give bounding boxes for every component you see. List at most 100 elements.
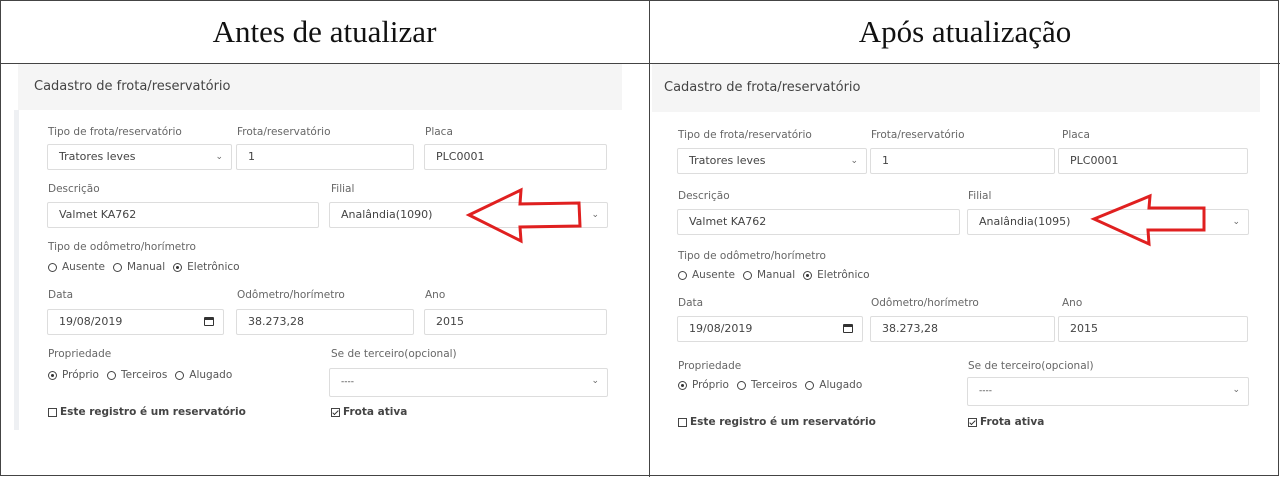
data-input[interactable]: 19/08/2019 bbox=[677, 316, 863, 342]
data-input[interactable]: 19/08/2019 bbox=[47, 309, 224, 335]
checkbox-icon bbox=[48, 407, 57, 417]
descricao-label: Descrição bbox=[678, 190, 730, 202]
frota-input[interactable]: 1 bbox=[870, 148, 1055, 174]
panel-title: Cadastro de frota/reservatório bbox=[664, 80, 861, 95]
checkbox-label: Frota ativa bbox=[343, 406, 408, 418]
panel-header: Cadastro de frota/reservatório bbox=[18, 64, 622, 110]
radio-label: Terceiros bbox=[120, 369, 168, 381]
propriedade-radios: Próprio Terceiros Alugado bbox=[48, 369, 240, 381]
placa-input[interactable]: PLC0001 bbox=[1058, 148, 1248, 174]
radio-ausente[interactable]: Ausente bbox=[48, 261, 105, 273]
tipo-frota-value: Tratores leves bbox=[59, 150, 136, 163]
tipo-frota-label: Tipo de frota/reservatório bbox=[48, 126, 182, 138]
radio-proprio[interactable]: Próprio bbox=[48, 369, 99, 381]
odometro-tipo-label: Tipo de odômetro/horímetro bbox=[678, 250, 826, 262]
checkbox-label: Este registro é um reservatório bbox=[690, 416, 876, 428]
placa-input[interactable]: PLC0001 bbox=[424, 144, 607, 170]
filial-label: Filial bbox=[331, 183, 355, 195]
radio-circle-icon bbox=[805, 380, 815, 390]
frota-ativa-checkbox[interactable]: Frota ativa bbox=[331, 406, 407, 418]
odometro-label: Odômetro/horímetro bbox=[237, 289, 345, 301]
calendar-icon[interactable] bbox=[843, 324, 853, 333]
radio-selected-icon bbox=[48, 370, 57, 380]
header-after: Após atualização bbox=[858, 13, 1072, 49]
descricao-label: Descrição bbox=[48, 183, 100, 195]
chevron-down-icon: ⌄ bbox=[1232, 217, 1240, 227]
radio-label: Alugado bbox=[819, 379, 863, 391]
terceiro-select[interactable]: ---- ⌄ bbox=[329, 368, 608, 397]
radio-circle-icon bbox=[106, 370, 116, 380]
radio-alugado[interactable]: Alugado bbox=[805, 379, 862, 391]
radio-label: Ausente bbox=[692, 269, 735, 281]
chevron-down-icon: ⌄ bbox=[591, 376, 599, 386]
propriedade-label: Propriedade bbox=[48, 348, 112, 360]
odometro-input[interactable]: 38.273,28 bbox=[870, 316, 1055, 342]
descricao-input[interactable]: Valmet KA762 bbox=[47, 202, 319, 228]
propriedade-radios: Próprio Terceiros Alugado bbox=[678, 379, 870, 391]
reservatorio-checkbox[interactable]: Este registro é um reservatório bbox=[48, 406, 246, 418]
radio-manual[interactable]: Manual bbox=[113, 261, 165, 273]
odometro-input[interactable]: 38.273,28 bbox=[236, 309, 414, 335]
ano-input[interactable]: 2015 bbox=[1058, 316, 1248, 342]
descricao-input[interactable]: Valmet KA762 bbox=[677, 209, 960, 235]
radio-label: Eletrônico bbox=[187, 261, 240, 273]
radio-label: Próprio bbox=[62, 369, 99, 381]
radio-eletronico[interactable]: Eletrônico bbox=[173, 261, 240, 273]
terceiro-label: Se de terceiro(opcional) bbox=[331, 348, 457, 360]
tipo-frota-select[interactable]: Tratores leves ⌄ bbox=[47, 144, 232, 170]
radio-proprio[interactable]: Próprio bbox=[678, 379, 729, 391]
arrow-shape bbox=[465, 187, 582, 244]
filial-label: Filial bbox=[968, 190, 992, 202]
checkbox-label: Frota ativa bbox=[980, 416, 1045, 428]
arrow-shape bbox=[1090, 193, 1206, 247]
radio-label: Ausente bbox=[62, 261, 105, 273]
chevron-down-icon: ⌄ bbox=[850, 156, 858, 166]
data-label: Data bbox=[48, 289, 74, 301]
checkbox-icon bbox=[678, 417, 687, 427]
radio-alugado[interactable]: Alugado bbox=[175, 369, 232, 381]
panel-header: Cadastro de frota/reservatório bbox=[652, 64, 1260, 112]
radio-circle-icon bbox=[113, 262, 122, 272]
tipo-frota-select[interactable]: Tratores leves ⌄ bbox=[677, 148, 867, 174]
radio-circle-icon bbox=[736, 380, 746, 390]
data-value: 19/08/2019 bbox=[59, 315, 123, 328]
data-label: Data bbox=[678, 297, 704, 309]
frota-input[interactable]: 1 bbox=[236, 144, 414, 170]
chevron-down-icon: ⌄ bbox=[215, 152, 223, 162]
red-arrow-icon-before bbox=[465, 187, 582, 244]
radio-circle-icon bbox=[678, 270, 687, 280]
column-divider bbox=[649, 0, 650, 477]
radio-selected-icon bbox=[173, 262, 183, 272]
radio-eletronico[interactable]: Eletrônico bbox=[803, 269, 870, 281]
panel-title: Cadastro de frota/reservatório bbox=[34, 79, 231, 94]
radio-label: Próprio bbox=[692, 379, 729, 391]
frota-ativa-checkbox[interactable]: Frota ativa bbox=[968, 416, 1044, 428]
tipo-frota-value: Tratores leves bbox=[689, 154, 766, 167]
terceiro-select[interactable]: ---- ⌄ bbox=[967, 377, 1249, 406]
radio-manual[interactable]: Manual bbox=[743, 269, 795, 281]
header-before: Antes de atualizar bbox=[212, 13, 437, 49]
radio-circle-icon bbox=[48, 262, 57, 272]
checkbox-label: Este registro é um reservatório bbox=[60, 406, 246, 418]
ano-input[interactable]: 2015 bbox=[424, 309, 607, 335]
frota-label: Frota/reservatório bbox=[237, 126, 331, 138]
radio-circle-icon bbox=[175, 370, 185, 380]
odometro-tipo-label: Tipo de odômetro/horímetro bbox=[48, 241, 196, 253]
calendar-icon[interactable] bbox=[204, 317, 214, 326]
terceiro-value: ---- bbox=[341, 377, 354, 387]
odometro-label: Odômetro/horímetro bbox=[871, 297, 979, 309]
data-value: 19/08/2019 bbox=[689, 322, 753, 335]
reservatorio-checkbox[interactable]: Este registro é um reservatório bbox=[678, 416, 876, 428]
ano-label: Ano bbox=[1062, 297, 1083, 309]
radio-ausente[interactable]: Ausente bbox=[678, 269, 735, 281]
chevron-down-icon: ⌄ bbox=[1232, 385, 1240, 395]
red-arrow-icon-after bbox=[1090, 193, 1206, 247]
tipo-frota-label: Tipo de frota/reservatório bbox=[678, 129, 812, 141]
checkbox-checked-icon bbox=[968, 417, 977, 427]
radio-terceiros[interactable]: Terceiros bbox=[106, 369, 168, 381]
chevron-down-icon: ⌄ bbox=[591, 210, 599, 220]
odometro-tipo-radios: Ausente Manual Eletrônico bbox=[678, 269, 878, 281]
radio-terceiros[interactable]: Terceiros bbox=[736, 379, 797, 391]
form-panel-after: Cadastro de frota/reservatório Tipo de f… bbox=[652, 64, 1260, 454]
radio-selected-icon bbox=[678, 380, 687, 390]
